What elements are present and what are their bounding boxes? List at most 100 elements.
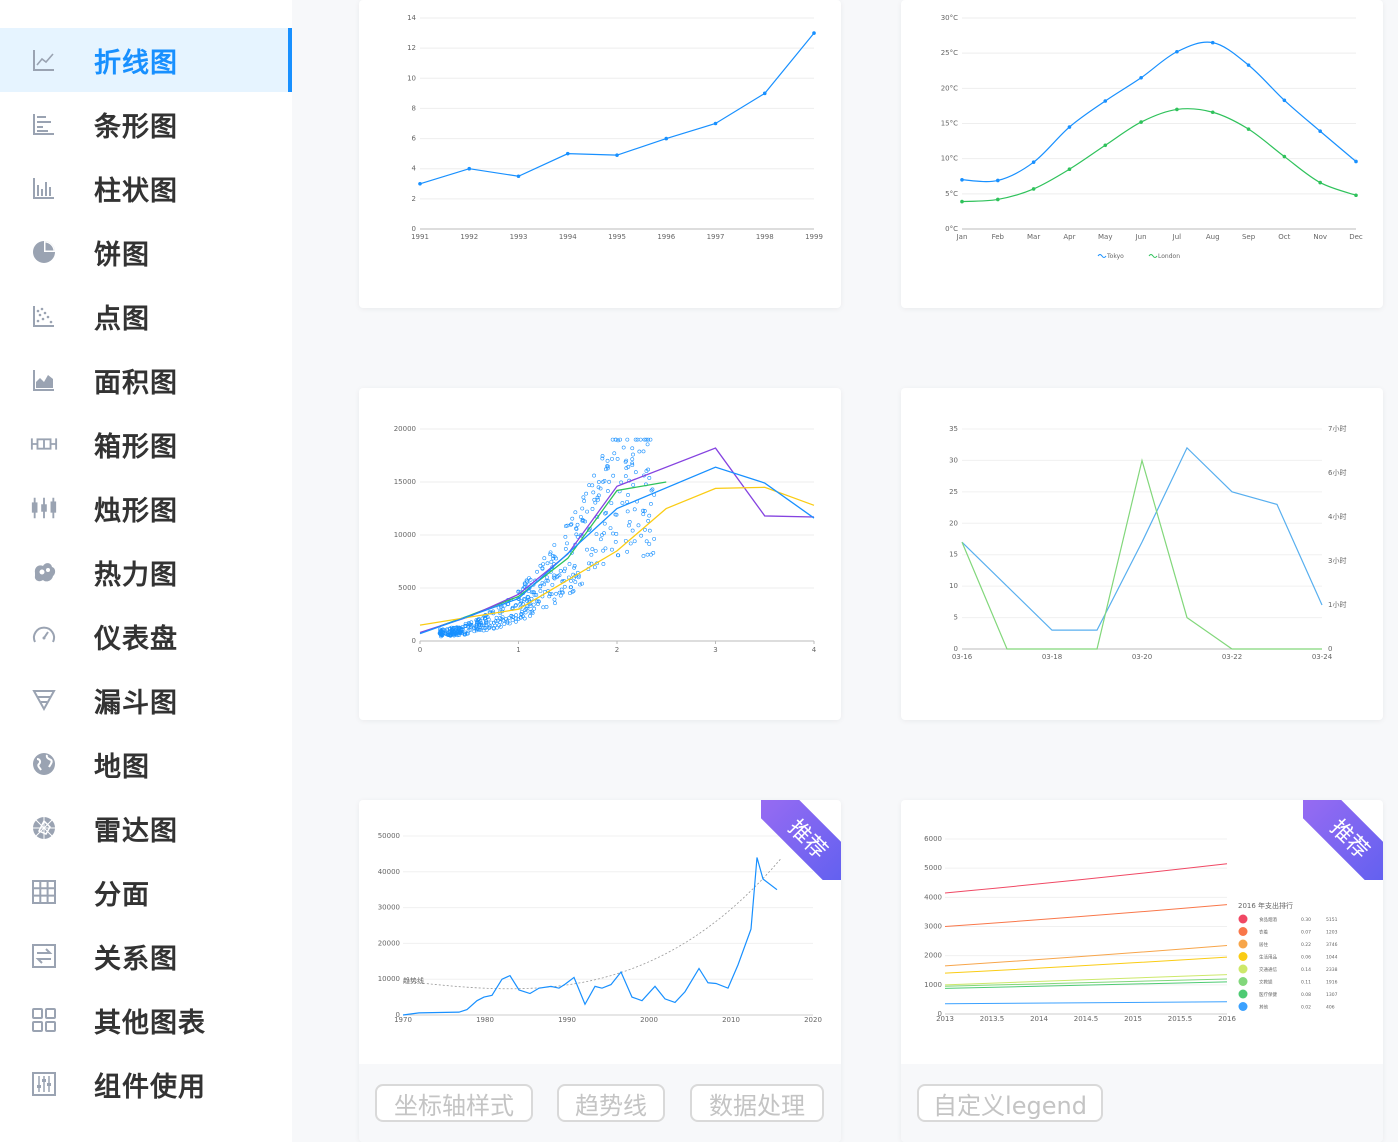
legend-pct: 0.14: [1301, 967, 1311, 973]
scatter-point: [558, 568, 563, 573]
legend-pct: 0.08: [1301, 992, 1311, 998]
sidebar-item-funnel[interactable]: 漏斗图: [0, 668, 292, 732]
chart-card-temperature-line[interactable]: 0°C 5°C 10°C 15°C 20°C 25°C 30°C Jan Feb Mar Apr Ma…: [901, 0, 1383, 308]
scatter-point: [627, 523, 631, 528]
sidebar-item-label: 热力图: [94, 559, 178, 591]
scatter-point: [651, 550, 656, 555]
scatter-point: [502, 622, 507, 626]
x-tick-label: 03-22: [1222, 653, 1242, 661]
scatter-point: [568, 522, 573, 527]
sidebar-item-pie-chart[interactable]: 饼图: [0, 220, 292, 284]
facet-grid-icon: [30, 878, 58, 906]
scatter-point: [514, 613, 518, 618]
sidebar-item-bar-chart[interactable]: 条形图: [0, 92, 292, 156]
legend-pct: 0.02: [1301, 1005, 1311, 1011]
sidebar-item-area-chart[interactable]: 面积图: [0, 348, 292, 412]
scatter-point: [532, 606, 537, 611]
scatter-point: [565, 541, 569, 546]
scatter-point: [638, 437, 643, 442]
x-tick-label: 03-20: [1132, 653, 1152, 661]
y-tick-label: 30000: [378, 904, 400, 912]
sidebar-item-facet-grid[interactable]: 分面: [0, 860, 292, 924]
scatter-point: [625, 499, 629, 504]
scatter-point: [573, 510, 578, 515]
scatter-point: [633, 470, 638, 475]
scatter-point: [598, 537, 603, 542]
sidebar-item-other-charts[interactable]: 其他图表: [0, 988, 292, 1052]
globe-icon: [30, 750, 58, 778]
sidebar-item-globe[interactable]: 地图: [0, 732, 292, 796]
scatter-point: [593, 548, 598, 553]
scatter-point: [553, 601, 557, 606]
chart-card-dual-axis-line[interactable]: 0 5 10 15 20 25 30 35 0 1小时 3小时 4小时 6小时 7小时 03-16 03-18…: [901, 388, 1383, 720]
sidebar-item-heatmap[interactable]: 热力图: [0, 540, 292, 604]
y-tick-label: 6000: [924, 835, 942, 843]
x-tick-label: 4: [812, 646, 817, 654]
scatter-point: [647, 513, 652, 518]
y-tick-label: 10000: [378, 975, 400, 983]
scatter-point: [626, 493, 630, 497]
sidebar-item-label: 烛形图: [94, 495, 178, 527]
area-chart-icon: [30, 366, 58, 394]
scatter-point: [550, 582, 555, 587]
scatter-point: [507, 615, 512, 620]
scatter-point: [578, 582, 582, 587]
scatter-point: [625, 437, 630, 442]
scatter-point: [596, 497, 600, 502]
y-tick-label: 10: [407, 74, 416, 82]
scatter-point: [592, 473, 596, 478]
sidebar-item-components[interactable]: 组件使用: [0, 1052, 292, 1116]
scatter-point: [630, 457, 635, 462]
data-point: [1282, 154, 1287, 159]
sidebar-item-line-chart[interactable]: 折线图: [0, 28, 292, 92]
tag-data-processing[interactable]: 数据处理: [690, 1084, 824, 1122]
y-tick-label: 25°C: [941, 49, 958, 57]
sidebar-item-box-plot[interactable]: 箱形图: [0, 412, 292, 476]
data-point: [1210, 40, 1215, 45]
sidebar-item-column-chart[interactable]: 柱状图: [0, 156, 292, 220]
y-tick-label-left: 5: [954, 614, 958, 622]
tag-trendline[interactable]: 趋势线: [557, 1084, 665, 1122]
legend-pct: 0.06: [1301, 955, 1311, 961]
tag-axis-style[interactable]: 坐标轴样式: [375, 1084, 533, 1122]
x-tick-label: Jul: [1172, 233, 1182, 241]
chart-card-custom-legend[interactable]: 0 1000 2000 3000 4000 5000 6000 2013 2013.5 2014 2…: [901, 800, 1383, 1142]
legend-name: 医疗保健: [1259, 991, 1277, 998]
scatter-point: [628, 541, 633, 546]
tag-custom-legend[interactable]: 自定义legend: [917, 1084, 1103, 1122]
x-tick-label: 3: [713, 646, 717, 654]
data-point: [1318, 180, 1322, 185]
legend-marker: [1238, 989, 1248, 999]
scatter-point: [610, 456, 614, 461]
y-tick-label: 50000: [378, 832, 400, 840]
scatter-point: [625, 549, 630, 554]
y-tick-label-right: 4小时: [1328, 512, 1346, 521]
sidebar-item-candlestick[interactable]: 烛形图: [0, 476, 292, 540]
sidebar-item-radar[interactable]: 雷达图: [0, 796, 292, 860]
sidebar-item-label: 饼图: [94, 239, 150, 271]
scatter-point: [631, 452, 635, 457]
chart-card-trendline[interactable]: 0 10000 20000 30000 40000 50000 1970 1980 1990 20…: [359, 800, 841, 1142]
legend-pct: 0.07: [1301, 930, 1311, 936]
scatter-point: [590, 483, 595, 488]
legend-marker: [1097, 254, 1107, 258]
line-chart-icon: [30, 46, 58, 74]
sidebar-item-relation[interactable]: 关系图: [0, 924, 292, 988]
chart-card-scatter-regression[interactable]: 0 5000 10000 15000 20000 0 1 2 3 4: [359, 388, 841, 720]
scatter-point: [549, 559, 554, 564]
scatter-point: [513, 619, 518, 624]
legend-name: 食品烟酒: [1259, 916, 1277, 923]
data-point: [1246, 63, 1251, 67]
y-tick-label: 12: [407, 44, 416, 52]
sidebar-item-gauge[interactable]: 仪表盘: [0, 604, 292, 668]
sidebar-item-scatter-chart[interactable]: 点图: [0, 284, 292, 348]
y-tick-label: 0°C: [945, 225, 958, 233]
scatter-point: [612, 451, 617, 456]
sidebar-item-label: 其他图表: [94, 1007, 206, 1039]
legend-name: 生活用品: [1259, 954, 1277, 961]
legend-name: 居住: [1259, 941, 1268, 948]
chart-card-basic-line[interactable]: 0 2 4 6 8 10 12 14 1991 1992 1993 1994 1995 1996 1997 1…: [359, 0, 841, 308]
chart-gallery: 0 2 4 6 8 10 12 14 1991 1992 1993 1994 1995 1996 1997 1…: [292, 0, 1398, 1142]
scatter-point: [542, 556, 547, 561]
scatter-point: [627, 520, 632, 524]
